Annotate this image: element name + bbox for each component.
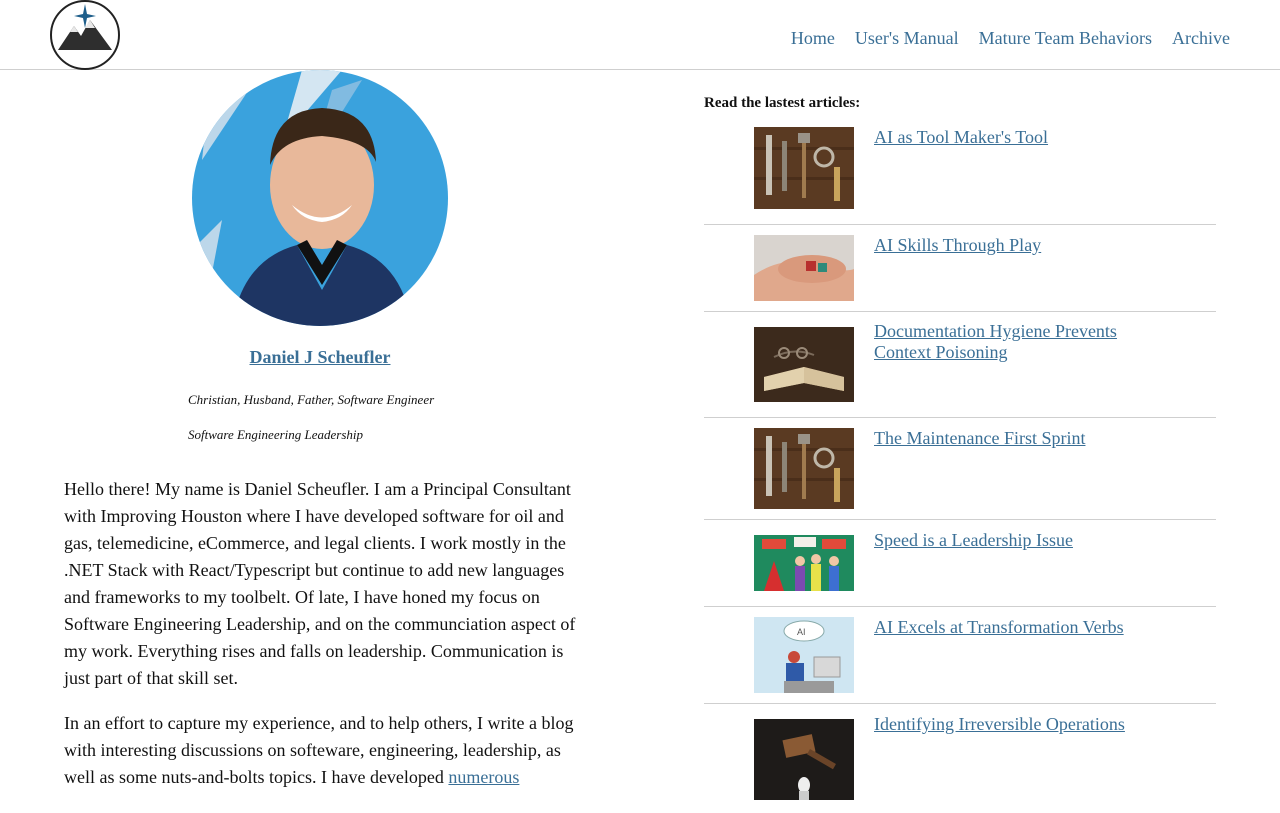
article-item: Identifying Irreversible Operations xyxy=(704,703,1216,813)
article-item: AI as Tool Maker's Tool xyxy=(704,116,1216,225)
bio-paragraph-2: In an effort to capture my experience, a… xyxy=(64,710,580,791)
svg-text:AI: AI xyxy=(797,627,806,637)
old-book-photo-icon xyxy=(754,327,854,402)
article-link[interactable]: Speed is a Leadership Issue xyxy=(874,530,1164,551)
article-thumbnail[interactable]: AI xyxy=(754,617,854,693)
bio-paragraph-1: Hello there! My name is Daniel Scheufler… xyxy=(64,479,576,688)
nav-archive-link[interactable]: Archive xyxy=(1172,27,1230,49)
article-link[interactable]: Identifying Irreversible Operations xyxy=(874,714,1164,735)
site-header: Home User's Manual Mature Team Behaviors… xyxy=(0,0,1280,70)
article-link[interactable]: AI as Tool Maker's Tool xyxy=(874,127,1164,148)
article-thumbnail[interactable] xyxy=(754,428,854,509)
author-tagline: Christian, Husband, Father, Software Eng… xyxy=(188,392,435,407)
tools-photo-icon xyxy=(754,428,854,509)
article-item: Documentation Hygiene Prevents Context P… xyxy=(704,311,1216,418)
article-link[interactable]: AI Excels at Transformation Verbs xyxy=(874,617,1164,638)
article-link[interactable]: Documentation Hygiene Prevents Context P… xyxy=(874,321,1164,363)
hammer-egg-photo-icon xyxy=(754,719,854,800)
article-item: Speed is a Leadership Issue xyxy=(704,519,1216,607)
article-link[interactable]: AI Skills Through Play xyxy=(874,235,1164,256)
nav-mature-team-behaviors-link[interactable]: Mature Team Behaviors xyxy=(979,27,1152,49)
article-item: The Maintenance First Sprint xyxy=(704,417,1216,520)
author-focus-text: Software Engineering Leadership xyxy=(188,427,364,442)
article-thumbnail[interactable] xyxy=(754,235,854,301)
article-thumbnail[interactable] xyxy=(754,127,854,209)
crowd-flags-illustration-icon xyxy=(754,535,854,591)
article-item: AI Skills Through Play xyxy=(704,224,1216,312)
article-thumbnail[interactable] xyxy=(754,719,854,800)
mountain-star-logo-icon xyxy=(50,0,120,70)
author-focus: Software Engineering Leadership xyxy=(188,426,363,443)
site-logo[interactable] xyxy=(50,0,120,70)
article-thumbnail[interactable] xyxy=(754,535,854,591)
main-nav: Home User's Manual Mature Team Behaviors… xyxy=(791,27,1230,49)
latest-articles-heading: Read the lastest articles: xyxy=(704,95,861,111)
author-name-link[interactable]: Daniel J Scheufler xyxy=(64,345,576,369)
nav-users-manual-link[interactable]: User's Manual xyxy=(855,27,959,49)
ai-robot-illustration-icon: AI xyxy=(754,617,854,693)
tools-photo-icon xyxy=(754,127,854,209)
article-link[interactable]: The Maintenance First Sprint xyxy=(874,428,1164,449)
numerous-link[interactable]: numerous xyxy=(448,767,519,787)
article-thumbnail[interactable] xyxy=(754,327,854,402)
article-item: AI AI Excels at Transformation Verbs xyxy=(704,606,1216,704)
dice-hand-photo-icon xyxy=(754,235,854,301)
author-avatar xyxy=(192,70,448,326)
nav-home-link[interactable]: Home xyxy=(791,27,835,49)
